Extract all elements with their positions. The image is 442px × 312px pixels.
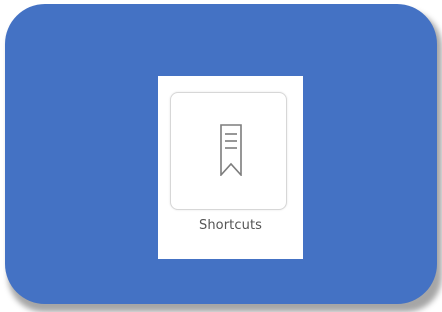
bookmark-icon	[220, 124, 242, 176]
shortcuts-card: Shortcuts	[158, 76, 303, 259]
shortcuts-tile-button[interactable]	[170, 92, 287, 210]
shortcuts-label[interactable]: Shortcuts	[158, 218, 303, 233]
screenshot-stage: Shortcuts	[0, 0, 442, 312]
